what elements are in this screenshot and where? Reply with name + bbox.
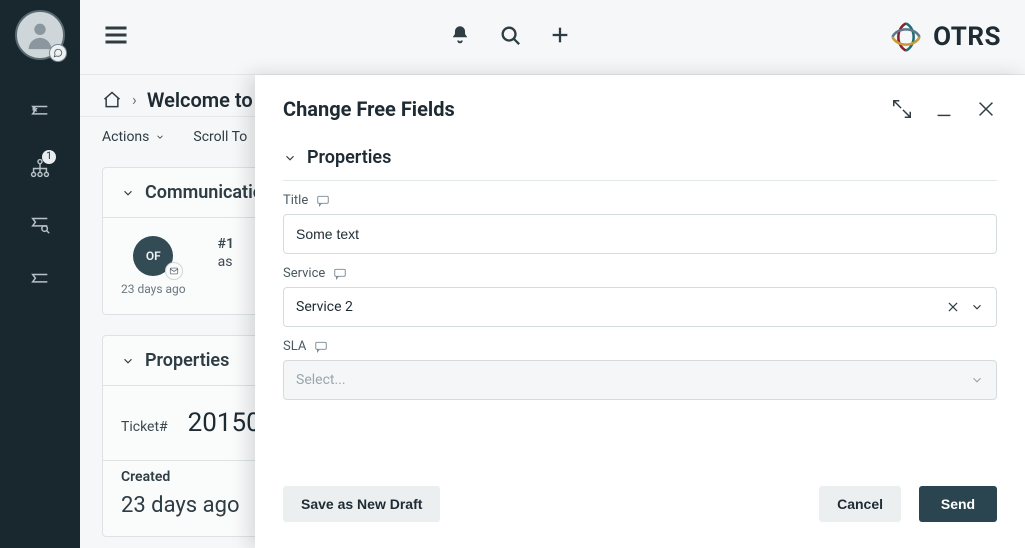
brand-mark-icon	[889, 20, 923, 54]
sidebar-org-badge: 1	[42, 150, 56, 164]
title-input-field[interactable]	[296, 226, 984, 242]
clear-icon[interactable]	[946, 300, 960, 314]
sla-select[interactable]: Select...	[283, 360, 997, 400]
service-field-label: Service	[283, 266, 325, 281]
close-icon[interactable]	[975, 98, 997, 120]
comment-icon[interactable]	[333, 267, 347, 281]
save-draft-button[interactable]: Save as New Draft	[283, 486, 440, 522]
actions-label: Actions	[102, 129, 149, 145]
communication-panel-title: Communicatio	[145, 182, 263, 203]
notifications-icon[interactable]	[449, 24, 471, 50]
change-free-fields-modal: Change Free Fields Properties Title Serv…	[255, 75, 1025, 548]
service-select-value: Service 2	[296, 299, 353, 315]
properties-panel-title: Properties	[145, 350, 229, 371]
topbar: OTRS	[80, 0, 1025, 75]
avatar-initials: OF	[146, 249, 161, 263]
mail-icon	[165, 262, 183, 280]
modal-title: Change Free Fields	[283, 97, 455, 121]
left-sidebar: 1	[0, 0, 80, 548]
chevron-down-icon[interactable]	[970, 373, 984, 387]
actions-dropdown[interactable]: Actions	[102, 129, 165, 145]
breadcrumb-title: Welcome to O	[147, 88, 272, 112]
sidebar-favorite-icon[interactable]	[20, 92, 60, 132]
title-input[interactable]	[283, 214, 997, 254]
send-button[interactable]: Send	[919, 486, 997, 522]
minimize-icon[interactable]	[933, 98, 955, 120]
ticket-number-value: 20150	[188, 408, 261, 438]
chevron-down-icon	[121, 186, 135, 200]
add-icon[interactable]	[549, 24, 571, 50]
comment-icon[interactable]	[314, 340, 328, 354]
avatar-chat-badge-icon	[49, 44, 67, 62]
title-field-label: Title	[283, 193, 308, 208]
communication-author-avatar[interactable]: OF	[133, 236, 173, 276]
hamburger-menu-icon[interactable]	[102, 21, 130, 53]
sidebar-org-icon[interactable]: 1	[20, 148, 60, 188]
service-select[interactable]: Service 2	[283, 287, 997, 327]
modal-section-title: Properties	[307, 147, 391, 168]
brand-name: OTRS	[933, 22, 1001, 52]
chevron-down-icon	[283, 151, 297, 165]
home-icon[interactable]	[102, 90, 122, 110]
sla-field-label: SLA	[283, 339, 306, 354]
sidebar-tag-search-icon[interactable]	[20, 204, 60, 244]
chevron-down-icon	[121, 354, 135, 368]
modal-section-header[interactable]: Properties	[255, 133, 1025, 174]
comment-icon[interactable]	[316, 194, 330, 208]
cancel-button[interactable]: Cancel	[819, 486, 901, 522]
communication-item-number: #1	[218, 236, 234, 252]
sla-select-placeholder: Select...	[296, 372, 346, 388]
search-icon[interactable]	[499, 24, 521, 50]
chevron-down-icon[interactable]	[970, 300, 984, 314]
scroll-to-dropdown[interactable]: Scroll To	[193, 129, 263, 145]
chevron-down-icon	[155, 132, 165, 142]
expand-icon[interactable]	[891, 98, 913, 120]
communication-age: 23 days ago	[121, 282, 186, 296]
user-avatar[interactable]	[15, 10, 65, 60]
scroll-to-label: Scroll To	[193, 129, 247, 145]
brand-logo: OTRS	[889, 20, 1001, 54]
sidebar-tag-icon[interactable]	[20, 260, 60, 300]
breadcrumb-separator-icon: ›	[132, 90, 137, 109]
ticket-number-label: Ticket#	[121, 419, 168, 435]
communication-item-line2: as	[218, 254, 234, 270]
